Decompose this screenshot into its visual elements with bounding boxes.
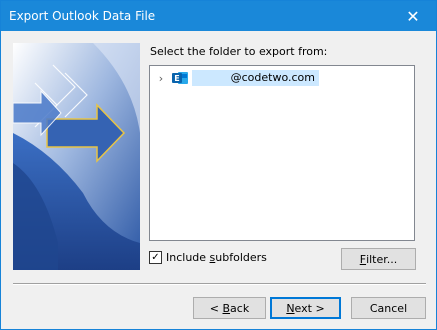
expand-chevron-icon[interactable]: › [154, 69, 168, 87]
close-button[interactable]: ✕ [390, 1, 436, 31]
include-subfolders-checkbox[interactable]: ✓ [149, 251, 162, 264]
include-subfolders-option[interactable]: ✓ Include subfolders [149, 251, 267, 264]
folder-prompt-label: Select the folder to export from: [150, 45, 328, 58]
exchange-icon: E [172, 71, 188, 85]
cancel-button[interactable]: Cancel [351, 297, 426, 319]
window-title: Export Outlook Data File [9, 9, 156, 23]
close-icon: ✕ [406, 6, 420, 26]
filter-button[interactable]: Filter... [341, 248, 416, 270]
include-subfolders-label: Include subfolders [166, 251, 267, 264]
separator-line [13, 283, 426, 285]
tree-item-account[interactable]: › E @codetwo.com [154, 69, 319, 87]
wizard-banner-image [13, 43, 140, 270]
next-button[interactable]: Next > [270, 297, 341, 319]
export-dialog: Export Outlook Data File ✕ Select the fo… [0, 0, 437, 330]
folder-tree[interactable]: › E @codetwo.com [149, 65, 415, 241]
title-bar[interactable]: Export Outlook Data File ✕ [1, 1, 436, 31]
svg-text:E: E [174, 74, 179, 83]
account-name: @codetwo.com [192, 70, 319, 86]
back-button[interactable]: < Back [193, 297, 266, 319]
